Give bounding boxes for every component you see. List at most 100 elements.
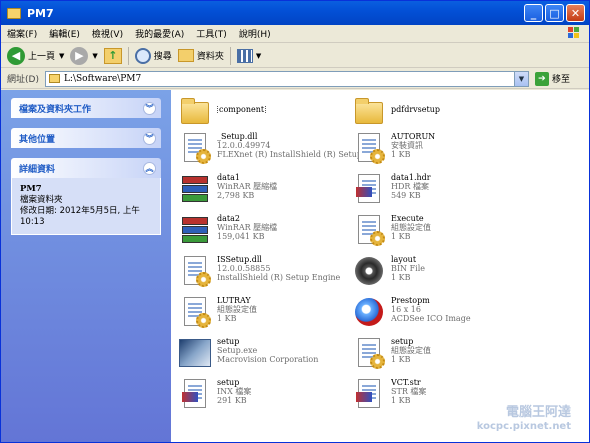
disc-icon (355, 257, 383, 285)
menu-help[interactable]: 說明(H) (233, 27, 277, 40)
inx-file-icon (184, 379, 206, 408)
watermark-url: kocpc.pixnet.net (476, 421, 571, 432)
other-places-panel: 其他位置 ︾ (11, 128, 161, 148)
file-version: 12.0.0.49974 (217, 141, 271, 150)
file-item[interactable]: ISSetup.dll 12.0.0.58855 InstallShield (R)… (179, 255, 374, 291)
go-label: 移至 (551, 75, 570, 85)
file-size: 1 KB (391, 273, 411, 282)
folders-icon (177, 49, 194, 62)
folder-icon (355, 98, 383, 124)
forward-dropdown-icon[interactable]: ▼ (92, 52, 97, 60)
file-tasks-header[interactable]: 檔案及資料夾工作 ︾ (11, 98, 161, 118)
file-name: component (217, 105, 267, 114)
maximize-button[interactable]: □ (545, 4, 564, 22)
file-item[interactable]: AUTORUN 安裝資訊 1 KB (353, 132, 548, 168)
ico-image-icon (355, 298, 383, 326)
file-size: 1 KB (217, 314, 237, 323)
file-size: 1 KB (391, 150, 411, 159)
task-pane: 檔案及資料夾工作 ︾ 其他位置 ︾ 詳細資料 ︽ PM7 檔案資料夾 修改日期:… (1, 90, 171, 442)
address-path: L:\Software\PM7 (63, 73, 142, 84)
back-button[interactable]: ◀ 上一頁 ▼ (7, 46, 64, 66)
search-button[interactable]: 搜尋 (134, 46, 172, 66)
file-type: WinRAR 壓縮檔 (217, 223, 278, 232)
file-name: setup (391, 337, 414, 346)
file-item[interactable]: layout BIN File 1 KB (353, 255, 548, 291)
file-size: 2,798 KB (217, 191, 255, 200)
chevron-down-icon[interactable]: ︾ (143, 131, 156, 145)
file-type: INX 檔案 (217, 387, 252, 396)
back-dropdown-icon[interactable]: ▼ (59, 52, 64, 60)
forward-button[interactable]: ▶ ▼ (70, 46, 98, 66)
file-item[interactable]: data2 WinRAR 壓縮檔 159,041 KB (179, 214, 374, 250)
file-name: setup (217, 378, 240, 387)
title-bar[interactable]: PM7 _ □ ✕ (1, 1, 589, 25)
file-tasks-title: 檔案及資料夾工作 (19, 104, 92, 115)
gear-icon (196, 272, 211, 287)
file-type: 組態設定值 (217, 305, 257, 314)
file-item[interactable]: data1 WinRAR 壓縮檔 2,798 KB (179, 173, 374, 209)
close-button[interactable]: ✕ (566, 4, 585, 22)
file-name: Execute (391, 214, 424, 223)
details-title: 詳細資料 (19, 164, 56, 175)
address-dropdown-icon[interactable]: ▼ (513, 71, 528, 86)
file-item[interactable]: Prestopm 16 x 16 ACDSee ICO Image (353, 296, 548, 332)
file-name: pdfdrvsetup (391, 105, 440, 114)
up-folder-button[interactable]: ↑ (103, 46, 122, 66)
views-button[interactable]: ▼ (236, 46, 261, 66)
file-name: setup (217, 337, 240, 346)
chevron-up-icon[interactable]: ︽ (143, 161, 156, 175)
file-item[interactable]: pdfdrvsetup (353, 96, 548, 132)
file-description: FLEXnet (R) InstallShield (R) Setup... (217, 150, 367, 159)
details-header[interactable]: 詳細資料 ︽ (11, 158, 161, 178)
file-item[interactable]: setup Setup.exe Macrovision Corporation (179, 337, 374, 373)
file-name: Prestopm (391, 296, 430, 305)
file-size: 1 KB (391, 232, 411, 241)
toolbar: ◀ 上一頁 ▼ ▶ ▼ ↑ 搜尋 資料夾 ▼ (1, 44, 589, 68)
file-item[interactable]: Execute 組態設定值 1 KB (353, 214, 548, 250)
file-size: 549 KB (391, 191, 421, 200)
file-company: Macrovision Corporation (217, 355, 319, 364)
file-item[interactable]: data1.hdr HDR 檔案 549 KB (353, 173, 548, 209)
file-size: 1 KB (391, 355, 411, 364)
toolbar-separator (127, 46, 129, 65)
menu-tools[interactable]: 工具(T) (190, 27, 233, 40)
other-places-header[interactable]: 其他位置 ︾ (11, 128, 161, 148)
up-folder-icon: ↑ (103, 47, 122, 64)
file-type: WinRAR 壓縮檔 (217, 182, 278, 191)
folder-icon (7, 7, 21, 19)
menu-favorites[interactable]: 我的最愛(A) (129, 27, 190, 40)
back-label: 上一頁 (28, 52, 56, 62)
menu-view[interactable]: 檢視(V) (86, 27, 129, 40)
file-type: STR 檔案 (391, 387, 427, 396)
file-item[interactable]: setup 組態設定值 1 KB (353, 337, 548, 373)
file-type: HDR 檔案 (391, 182, 429, 191)
watermark-title: 電腦王阿達 (505, 405, 571, 420)
detail-name: PM7 (20, 184, 42, 194)
gear-icon (370, 149, 385, 164)
watermark: 電腦王阿達 kocpc.pixnet.net (477, 406, 571, 434)
file-type: BIN File (391, 264, 425, 273)
windows-logo-icon (568, 27, 579, 38)
folder-icon (48, 74, 60, 83)
folders-button[interactable]: 資料夾 (177, 46, 224, 66)
file-item[interactable]: component (179, 96, 374, 132)
file-item[interactable]: LUTRAY 組態設定值 1 KB (179, 296, 374, 332)
file-name: data1 (217, 173, 240, 182)
file-name: AUTORUN (391, 132, 436, 141)
file-name: layout (391, 255, 417, 264)
gear-icon (196, 313, 211, 328)
file-name: VCT.str (391, 378, 421, 387)
menu-file[interactable]: 檔案(F) (1, 27, 43, 40)
go-button[interactable]: ➔ 移至 (534, 71, 570, 86)
winrar-icon (182, 176, 208, 202)
file-item[interactable]: setup INX 檔案 291 KB (179, 378, 374, 414)
chevron-down-icon[interactable]: ︾ (143, 101, 156, 115)
menu-edit[interactable]: 編輯(E) (43, 27, 86, 40)
address-input[interactable]: L:\Software\PM7 ▼ (44, 70, 529, 87)
file-type: 組態設定值 (391, 346, 431, 355)
other-places-title: 其他位置 (19, 134, 56, 145)
file-name: _Setup.dll (217, 132, 258, 141)
minimize-button[interactable]: _ (524, 4, 543, 22)
file-item[interactable]: _Setup.dll 12.0.0.49974 FLEXnet (R) Instal… (179, 132, 374, 168)
detail-modified: 修改日期: 2012年5月5日, 上午 10:13 (20, 206, 140, 227)
